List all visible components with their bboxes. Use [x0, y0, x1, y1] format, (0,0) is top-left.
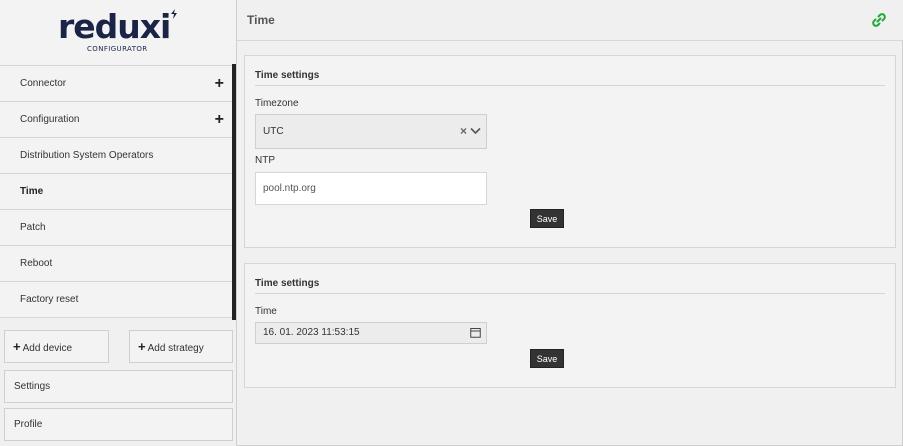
time-value: 16. 01. 2023 11:53:15 [263, 327, 360, 338]
profile-link[interactable]: Profile [4, 408, 233, 441]
panel-title: Time settings [255, 70, 320, 81]
brand-subtitle: CONFIGURATOR [87, 45, 148, 53]
sidebar-nav: Connector + Configuration + Distribution… [0, 66, 232, 318]
sidebar-item-label: Configuration [20, 114, 80, 125]
settings-link[interactable]: Settings [4, 370, 233, 403]
sidebar-item-patch[interactable]: Patch [0, 210, 232, 246]
add-strategy-button[interactable]: + Add strategy [129, 330, 233, 363]
plus-icon: + [138, 339, 146, 354]
sidebar-item-label: Factory reset [20, 294, 79, 305]
timezone-select[interactable]: UTC × [255, 114, 487, 149]
time-label: Time [255, 306, 277, 317]
clear-icon[interactable]: × [460, 124, 467, 138]
logo: reduxi CONFIGURATOR [0, 0, 236, 66]
add-strategy-label: Add strategy [147, 343, 204, 354]
chevron-down-icon[interactable] [470, 125, 481, 136]
sidebar-scrollbar[interactable] [232, 64, 236, 320]
sidebar-item-label: Connector [20, 78, 67, 89]
timezone-label: Timezone [255, 98, 299, 109]
timezone-settings-panel: Time settings Timezone UTC × NTP Save [244, 55, 896, 248]
ntp-input[interactable] [255, 172, 487, 205]
save-button[interactable]: Save [530, 209, 564, 228]
add-device-label: Add device [22, 343, 73, 354]
time-datetime-field[interactable]: 16. 01. 2023 11:53:15 [255, 322, 487, 344]
sidebar-item-label: Time [20, 186, 44, 197]
sidebar-item-distribution-system-operators[interactable]: Distribution System Operators [0, 138, 232, 174]
add-device-button[interactable]: + Add device [4, 330, 109, 363]
panel-title: Time settings [255, 278, 320, 289]
time-settings-panel: Time settings Time 16. 01. 2023 11:53:15… [244, 263, 896, 388]
plus-icon[interactable]: + [215, 102, 224, 138]
bolt-icon [171, 9, 177, 19]
plus-icon[interactable]: + [215, 66, 224, 102]
timezone-value: UTC [263, 126, 284, 137]
sidebar-item-label: Reboot [20, 258, 53, 269]
divider [255, 85, 885, 86]
link-icon[interactable] [871, 12, 887, 28]
brand-name: reduxi [58, 7, 171, 46]
sidebar-item-configuration[interactable]: Configuration + [0, 102, 232, 138]
sidebar-item-factory-reset[interactable]: Factory reset [0, 282, 232, 318]
sidebar-item-time[interactable]: Time [0, 174, 232, 210]
sidebar-item-label: Patch [20, 222, 46, 233]
save-button[interactable]: Save [530, 349, 564, 368]
page-header: Time [237, 0, 903, 41]
ntp-label: NTP [255, 155, 275, 166]
divider [255, 293, 885, 294]
sidebar-item-reboot[interactable]: Reboot [0, 246, 232, 282]
plus-icon: + [13, 339, 21, 354]
sidebar: reduxi CONFIGURATOR Connector + Configur… [0, 0, 237, 446]
sidebar-item-connector[interactable]: Connector + [0, 66, 232, 102]
sidebar-item-label: Distribution System Operators [20, 150, 154, 161]
calendar-icon[interactable] [470, 327, 481, 338]
page-title: Time [247, 13, 275, 27]
